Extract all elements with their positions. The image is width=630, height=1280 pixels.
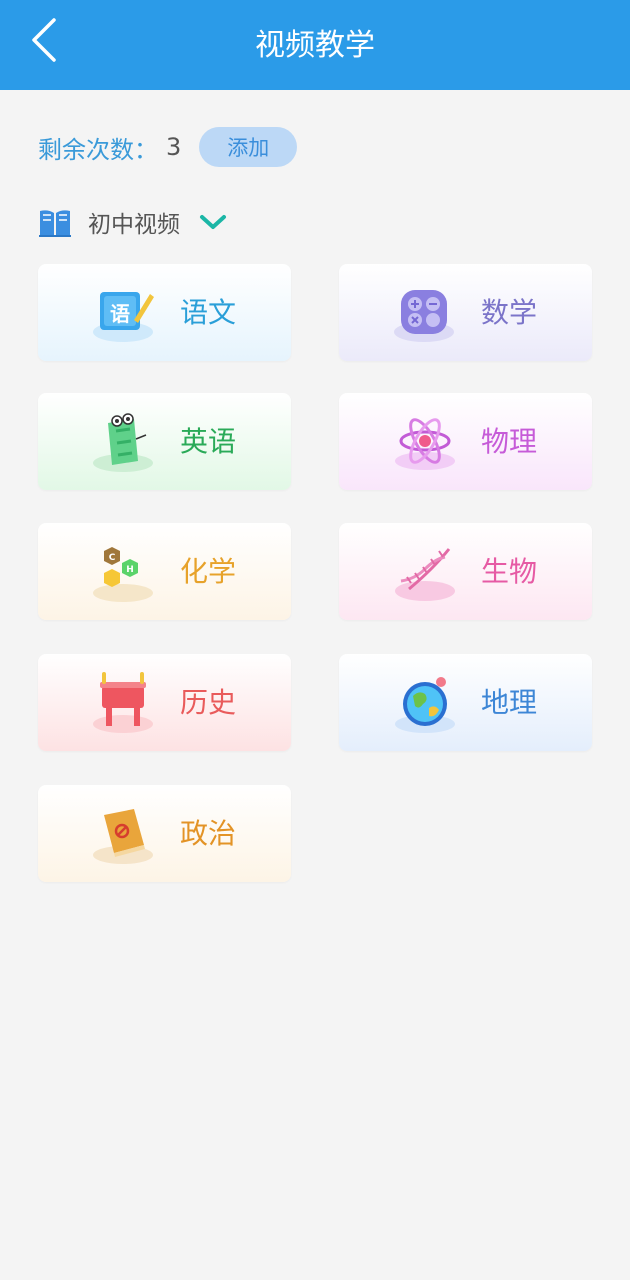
subject-label: 英语 bbox=[180, 425, 237, 458]
history-icon bbox=[93, 672, 153, 733]
subject-card-geography[interactable]: 地理 bbox=[339, 654, 592, 751]
subject-label: 地理 bbox=[481, 686, 538, 719]
remaining-count: 3 bbox=[166, 133, 182, 161]
subject-card-math[interactable]: 数学 bbox=[339, 264, 592, 361]
subject-label: 物理 bbox=[481, 425, 538, 458]
remaining-label: 剩余次数： bbox=[38, 135, 158, 164]
subject-card-biology[interactable]: 生物 bbox=[339, 523, 592, 620]
remaining-count-row: 剩余次数： 3 添加 bbox=[38, 127, 298, 167]
math-icon bbox=[394, 290, 454, 342]
chemistry-icon: C H bbox=[93, 547, 153, 602]
subject-card-history[interactable]: 历史 bbox=[38, 654, 291, 751]
physics-icon bbox=[395, 418, 455, 470]
header-bar: 视频教学 bbox=[0, 0, 630, 90]
add-button[interactable]: 添加 bbox=[199, 127, 298, 167]
subject-label: 历史 bbox=[180, 686, 237, 719]
dna-icon bbox=[395, 548, 455, 601]
subject-card-politics[interactable]: 政治 bbox=[38, 785, 291, 882]
level-label: 初中视频 bbox=[88, 212, 180, 238]
subject-label: 语文 bbox=[180, 296, 237, 329]
book-icon bbox=[39, 210, 71, 237]
subject-label: 生物 bbox=[481, 555, 538, 588]
english-icon bbox=[93, 413, 153, 472]
subject-label: 政治 bbox=[180, 817, 237, 850]
level-selector[interactable]: 初中视频 bbox=[38, 203, 228, 241]
svg-text:语: 语 bbox=[110, 302, 130, 326]
subject-card-physics[interactable]: 物理 bbox=[339, 393, 592, 490]
chinese-icon: 语 bbox=[93, 292, 154, 342]
subject-card-english[interactable]: 英语 bbox=[38, 393, 291, 490]
politics-book-icon bbox=[93, 809, 153, 864]
globe-icon bbox=[395, 677, 455, 733]
subject-card-chinese[interactable]: 语 语文 bbox=[38, 264, 291, 361]
chevron-down-icon bbox=[200, 215, 226, 229]
page-title: 视频教学 bbox=[255, 28, 375, 63]
svg-text:C: C bbox=[109, 553, 116, 563]
subject-card-chemistry[interactable]: C H 化学 bbox=[38, 523, 291, 620]
svg-text:H: H bbox=[126, 565, 134, 575]
subject-label: 化学 bbox=[180, 555, 237, 588]
subject-label: 数学 bbox=[481, 296, 538, 329]
